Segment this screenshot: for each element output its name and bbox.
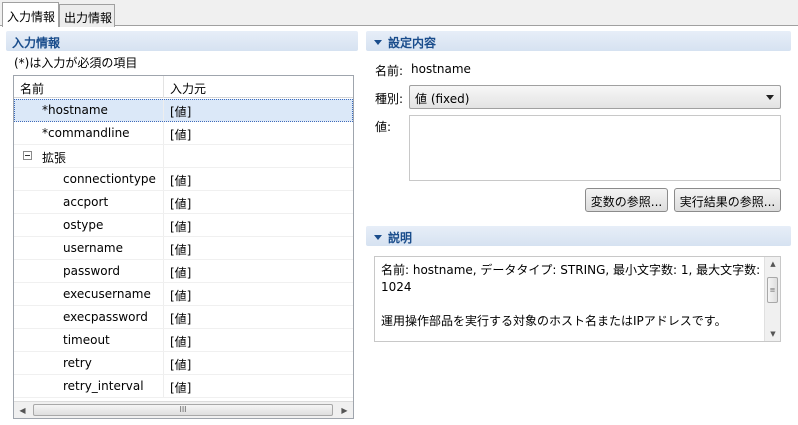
description-box: 名前: hostname, データタイプ: STRING, 最小文字数: 1, … <box>374 256 781 342</box>
table-row-commandline[interactable]: *commandline [値] <box>14 122 353 145</box>
cell-divider <box>163 214 164 236</box>
table-row-password[interactable]: password [値] <box>14 260 353 283</box>
type-label: 種別: <box>375 92 404 106</box>
input-info-header: 入力情報 <box>6 31 358 51</box>
vertical-scrollbar[interactable]: ▲ ≡ ▼ <box>764 257 780 341</box>
scroll-left-icon[interactable]: ◀ <box>14 402 31 418</box>
cell-divider <box>163 283 164 305</box>
collapse-triangle-icon[interactable] <box>374 235 382 240</box>
input-info-title: 入力情報 <box>12 36 61 50</box>
name-label: 名前: <box>375 64 404 78</box>
table-row-connectiontype[interactable]: connectiontype [値] <box>14 168 353 191</box>
cell-divider <box>163 122 164 144</box>
table-row-retry-interval[interactable]: retry_interval [値] <box>14 375 353 398</box>
collapse-icon[interactable] <box>23 151 32 160</box>
row-source: [値] <box>170 174 192 188</box>
table-row-execusername[interactable]: execusername [値] <box>14 283 353 306</box>
row-name: ostype <box>63 218 104 232</box>
cell-divider <box>163 99 164 121</box>
cell-divider <box>163 352 164 374</box>
type-select-value: 値 (fixed) <box>415 92 470 106</box>
column-header-name[interactable]: 名前 <box>20 80 44 97</box>
row-source: [値] <box>170 289 192 303</box>
settings-title: 設定内容 <box>388 36 437 50</box>
row-source: [値] <box>170 335 192 349</box>
value-label: 値: <box>375 120 392 134</box>
row-source: [値] <box>170 266 192 280</box>
scroll-right-icon[interactable]: ▶ <box>336 402 353 418</box>
description-line-1: 名前: hostname, データタイプ: STRING, 最小文字数: 1, … <box>381 263 761 294</box>
tab-bar: 入力情報 出力情報 <box>0 0 798 27</box>
table-header: 名前 入力元 <box>14 76 353 98</box>
row-name: *commandline <box>42 126 130 140</box>
required-note: (*)は入力が必須の項目 <box>14 56 138 70</box>
cell-divider <box>163 168 164 190</box>
scroll-down-icon[interactable]: ▼ <box>765 327 781 341</box>
row-name: execusername <box>63 287 151 301</box>
table-row-retry[interactable]: retry [値] <box>14 352 353 375</box>
cell-divider <box>163 191 164 213</box>
row-name: execpassword <box>63 310 148 324</box>
cell-divider <box>163 237 164 259</box>
row-name: retry <box>63 356 92 370</box>
description-title: 説明 <box>388 231 413 245</box>
row-name: username <box>63 241 123 255</box>
row-name: accport <box>63 195 109 209</box>
description-line-2: 運用操作部品を実行する対象のホスト名またはIPアドレスです。 <box>381 314 727 328</box>
horizontal-scrollbar[interactable]: ◀ III ▶ <box>14 401 353 418</box>
dropdown-arrow-icon <box>766 95 774 100</box>
table-row-timeout[interactable]: timeout [値] <box>14 329 353 352</box>
row-name: 拡張 <box>42 151 67 165</box>
row-source: [値] <box>170 128 192 142</box>
collapse-triangle-icon[interactable] <box>374 40 382 45</box>
row-name: retry_interval <box>63 379 144 393</box>
row-source: [値] <box>170 358 192 372</box>
table-row-ostype[interactable]: ostype [値] <box>14 214 353 237</box>
row-name: *hostname <box>42 103 108 117</box>
scroll-thumb[interactable]: ≡ <box>767 277 778 303</box>
row-source: [値] <box>170 381 192 395</box>
cell-divider <box>163 375 164 397</box>
row-source: [値] <box>170 312 192 326</box>
row-source: [値] <box>170 105 192 119</box>
cell-divider <box>163 145 164 167</box>
tab-input-info[interactable]: 入力情報 <box>2 2 59 27</box>
table-row-username[interactable]: username [値] <box>14 237 353 260</box>
cell-divider <box>163 260 164 282</box>
scroll-thumb[interactable]: III <box>33 404 333 416</box>
scroll-up-icon[interactable]: ▲ <box>765 257 781 271</box>
description-header[interactable]: 説明 <box>366 226 791 246</box>
row-source: [値] <box>170 220 192 234</box>
row-source: [値] <box>170 243 192 257</box>
type-select[interactable]: 値 (fixed) <box>409 85 781 109</box>
value-textarea[interactable] <box>409 115 781 181</box>
column-header-source[interactable]: 入力元 <box>170 80 206 97</box>
variable-reference-button[interactable]: 変数の参照... <box>585 188 668 212</box>
cell-divider <box>163 306 164 328</box>
tab-output-info[interactable]: 出力情報 <box>59 4 115 27</box>
row-name: timeout <box>63 333 110 347</box>
table-row-accport[interactable]: accport [値] <box>14 191 353 214</box>
settings-header[interactable]: 設定内容 <box>366 31 791 51</box>
table-row-hostname[interactable]: *hostname [値] <box>14 99 353 122</box>
table-row-extension[interactable]: 拡張 <box>14 145 353 168</box>
result-reference-button[interactable]: 実行結果の参照... <box>674 188 781 212</box>
description-text: 名前: hostname, データタイプ: STRING, 最小文字数: 1, … <box>381 262 761 330</box>
row-name: password <box>63 264 120 278</box>
row-source: [値] <box>170 197 192 211</box>
table-row-execpassword[interactable]: execpassword [値] <box>14 306 353 329</box>
row-name: connectiontype <box>63 172 156 186</box>
column-divider[interactable] <box>163 76 164 98</box>
cell-divider <box>163 329 164 351</box>
input-tree-table: 名前 入力元 *hostname [値] *commandline [値] 拡張… <box>13 75 354 419</box>
name-value: hostname <box>411 62 471 76</box>
